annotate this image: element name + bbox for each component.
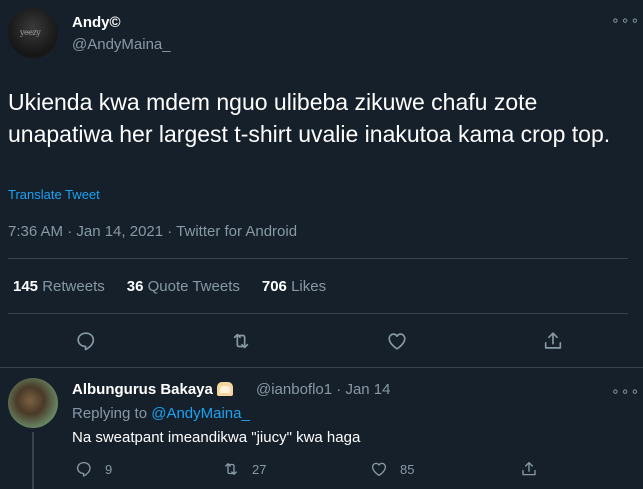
tweet-text: Ukienda kwa mdem nguo ulibeba zikuwe cha…: [8, 89, 611, 147]
divider: [8, 313, 628, 314]
divider: [8, 258, 628, 259]
reply-icon[interactable]: [75, 330, 97, 352]
like-icon: [371, 462, 387, 477]
retweets-stat[interactable]: 145 Retweets: [13, 278, 105, 295]
reply-like-button[interactable]: 85: [370, 460, 414, 478]
tweet-timestamp-source[interactable]: 7:36 AM · Jan 14, 2021 · Twitter for And…: [8, 223, 297, 240]
reply-icon: [76, 461, 91, 477]
like-count: 85: [400, 461, 415, 477]
reply-display-name: Albungurus Bakaya: [72, 381, 213, 398]
retweet-count: 27: [252, 461, 267, 477]
reply-count: 9: [105, 461, 113, 477]
share-icon[interactable]: [542, 330, 564, 352]
author-handle[interactable]: @AndyMaina_: [72, 36, 171, 53]
avatar-shirt-text: yeezy: [20, 28, 41, 37]
share-icon: [522, 461, 536, 476]
bread-icon: [216, 382, 233, 396]
retweet-icon[interactable]: [230, 330, 252, 352]
reply-retweet-button[interactable]: 27: [222, 460, 266, 478]
author-display-name[interactable]: Andy©: [72, 14, 121, 31]
divider: [0, 367, 643, 368]
reply-author-avatar[interactable]: [8, 378, 58, 428]
quotes-label: Quote Tweets: [147, 278, 240, 295]
reply-author-name[interactable]: Albungurus Bakaya: [72, 381, 233, 398]
reply-reply-button[interactable]: 9: [75, 460, 112, 478]
tweet-stats: 145 Retweets 36 Quote Tweets 706 Likes: [13, 278, 326, 295]
quotes-count: 36: [126, 278, 144, 295]
replying-to: Replying to @AndyMaina_: [72, 405, 250, 422]
retweets-count: 145: [13, 278, 39, 295]
likes-count: 706: [261, 278, 287, 295]
likes-label: Likes: [291, 278, 327, 295]
more-horizontal-icon[interactable]: ∘∘∘: [611, 383, 640, 400]
reply-text: Na sweatpant imeandikwa "jiucy" kwa haga: [72, 429, 361, 446]
replying-mention-link[interactable]: @AndyMaina_: [151, 405, 250, 422]
quote-tweets-stat[interactable]: 36 Quote Tweets: [127, 278, 240, 295]
like-icon[interactable]: [386, 330, 408, 352]
reply-handle-time[interactable]: @ianboflo1 · Jan 14: [256, 381, 390, 398]
likes-stat[interactable]: 706 Likes: [262, 278, 326, 295]
author-avatar[interactable]: yeezy: [8, 8, 58, 58]
retweets-label: Retweets: [42, 278, 105, 295]
reply-share-button[interactable]: [520, 460, 538, 478]
more-horizontal-icon[interactable]: ∘∘∘: [611, 12, 640, 29]
thread-line: [32, 432, 34, 489]
replying-prefix: Replying to: [72, 405, 148, 422]
retweet-icon: [225, 463, 237, 475]
translate-tweet-link[interactable]: Translate Tweet: [8, 187, 100, 202]
